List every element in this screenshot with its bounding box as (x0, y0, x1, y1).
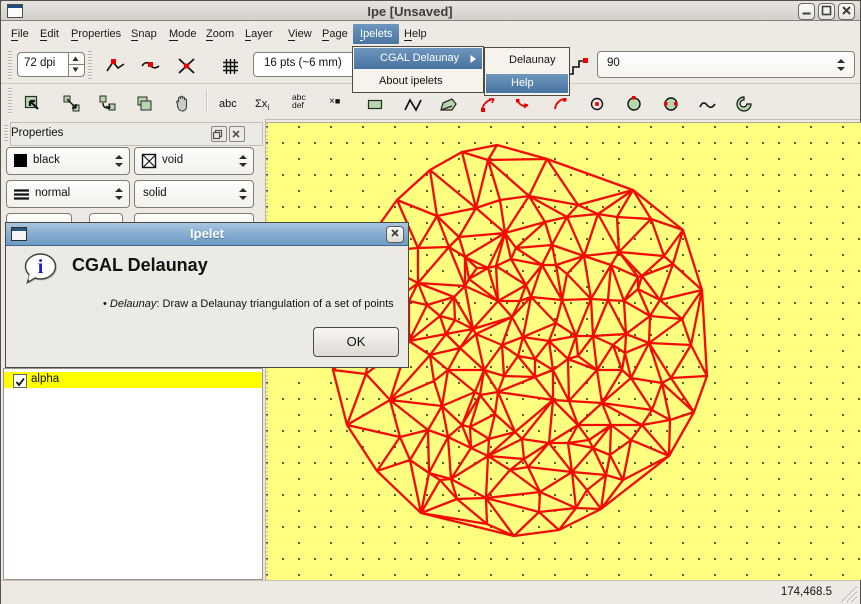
svg-text:i: i (38, 256, 44, 278)
